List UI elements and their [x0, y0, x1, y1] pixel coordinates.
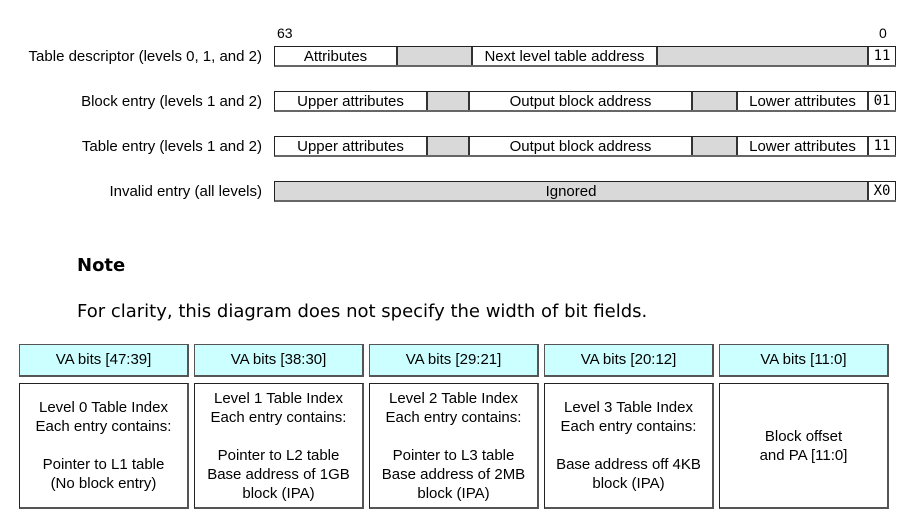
cell-line: Base address of 1GB [207, 465, 350, 483]
cell-gap [197, 427, 360, 446]
va-header-47-39: VA bits [47:39] [19, 344, 189, 377]
field-next-level-table-address: Next level table address [473, 47, 658, 65]
field-reserved [658, 47, 869, 65]
bar-table-entry: Upper attributes Output block address Lo… [274, 136, 896, 157]
field-output-block-address: Output block address [470, 137, 693, 155]
cell-line: Each entry contains: [385, 408, 522, 426]
cell-line: block (IPA) [417, 484, 490, 502]
field-reserved [428, 92, 470, 110]
va-cell-block-offset: Block offset and PA [11:0] [719, 383, 889, 509]
cell-line: Level 1 Table Index [214, 389, 343, 407]
field-type-bits: 11 [869, 47, 896, 65]
cell-line: block (IPA) [592, 475, 665, 492]
row-label-invalid-entry: Invalid entry (all levels) [109, 183, 262, 200]
bit-0-label: 0 [879, 25, 887, 41]
bar-invalid-entry: Ignored X0 [274, 181, 896, 202]
cell-line: Pointer to L2 table [217, 446, 340, 464]
row-label-block-entry: Block entry (levels 1 and 2) [81, 93, 262, 110]
field-lower-attributes: Lower attributes [738, 137, 869, 155]
va-header-11-0: VA bits [11:0] [719, 344, 889, 377]
note-text: For clarity, this diagram does not speci… [77, 301, 648, 322]
cell-line: Each entry contains: [560, 418, 697, 435]
cell-line: Base address of 2MB [381, 465, 526, 483]
cell-line: Each entry contains: [35, 418, 172, 435]
cell-line: block (IPA) [242, 484, 315, 502]
va-header-20-12: VA bits [20:12] [544, 344, 714, 377]
note-title: Note [77, 255, 126, 276]
bit-63-label: 63 [277, 25, 293, 41]
field-reserved [398, 47, 473, 65]
field-upper-attributes: Upper attributes [275, 92, 428, 110]
row-label-table-entry: Table entry (levels 1 and 2) [81, 138, 262, 155]
field-output-block-address: Output block address [470, 92, 693, 110]
va-cell-level-3: Level 3 Table Index Each entry contains:… [544, 383, 714, 509]
field-reserved [693, 92, 738, 110]
field-reserved [693, 137, 738, 155]
cell-line: Block offset [764, 427, 843, 445]
va-cell-level-0: Level 0 Table Index Each entry contains:… [19, 383, 189, 509]
cell-gap [22, 436, 185, 455]
field-lower-attributes: Lower attributes [738, 92, 869, 110]
bar-block-entry: Upper attributes Output block address Lo… [274, 91, 896, 112]
cell-line: Level 3 Table Index [564, 399, 693, 416]
field-type-bits: X0 [869, 182, 896, 200]
cell-line: Pointer to L3 table [392, 446, 515, 464]
va-header-29-21: VA bits [29:21] [369, 344, 539, 377]
field-type-bits: 01 [869, 92, 896, 110]
field-reserved [428, 137, 470, 155]
cell-gap [372, 427, 535, 446]
cell-line: Base address off 4KB [556, 456, 701, 473]
field-upper-attributes: Upper attributes [275, 137, 428, 155]
cell-line: and PA [11:0] [759, 446, 848, 464]
field-attributes: Attributes [275, 47, 398, 65]
va-header-38-30: VA bits [38:30] [194, 344, 364, 377]
cell-line: Each entry contains: [210, 408, 347, 426]
va-cell-level-1: Level 1 Table Index Each entry contains:… [194, 383, 364, 509]
cell-line: (No block entry) [50, 475, 157, 492]
cell-line: Level 2 Table Index [389, 389, 518, 407]
va-cell-level-2: Level 2 Table Index Each entry contains:… [369, 383, 539, 509]
field-type-bits: 11 [869, 137, 896, 155]
cell-gap [547, 436, 710, 455]
cell-line: Level 0 Table Index [39, 399, 168, 416]
row-label-table-descriptor: Table descriptor (levels 0, 1, and 2) [28, 48, 262, 65]
cell-line: Pointer to L1 table [42, 456, 165, 473]
field-ignored: Ignored [275, 182, 869, 200]
bar-table-descriptor: Attributes Next level table address 11 [274, 46, 896, 67]
